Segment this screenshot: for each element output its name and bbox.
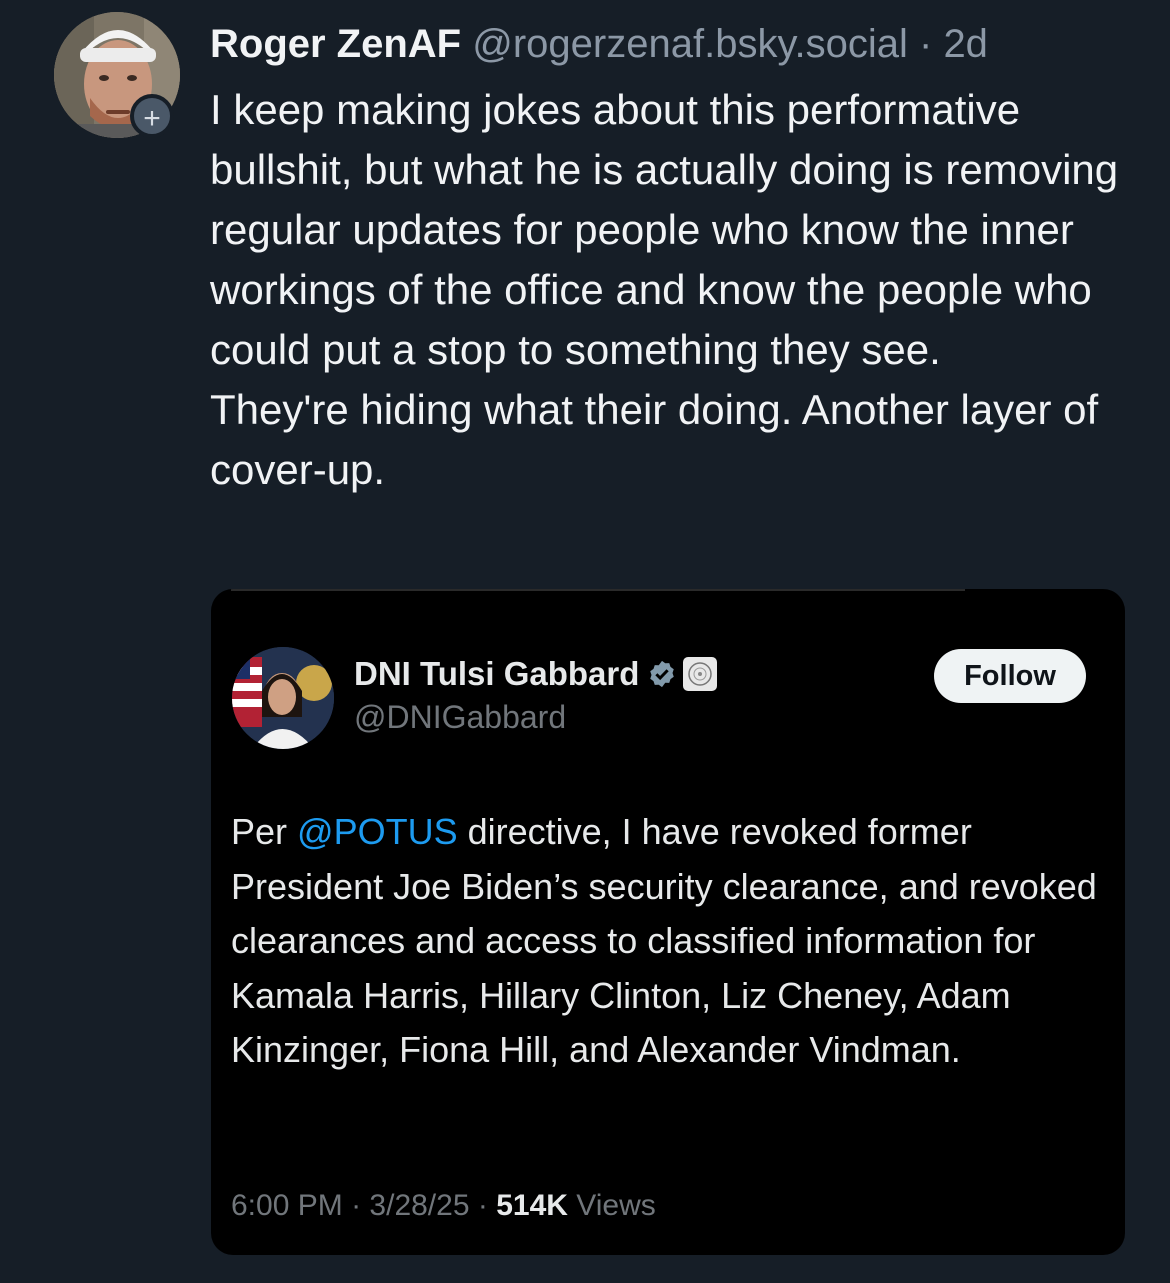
embed-text-prefix: Per <box>231 811 298 852</box>
post-timestamp[interactable]: 2d <box>943 22 988 66</box>
embed-author-name[interactable]: DNI Tulsi Gabbard <box>354 655 639 693</box>
government-seal-icon <box>683 657 718 691</box>
follow-plus-icon[interactable]: + <box>130 94 174 138</box>
post-text-paragraph: They're hiding what their doing. Another… <box>210 386 1099 493</box>
embed-name-row: DNI Tulsi Gabbard <box>354 655 718 693</box>
embed-author-avatar <box>232 647 334 749</box>
embedded-screenshot[interactable]: DNI Tulsi Gabbard @DNIGabbard Follow Per… <box>211 589 1125 1255</box>
meta-separator: · <box>351 1189 362 1222</box>
views-count: 514K <box>496 1189 568 1222</box>
embed-avatar-image <box>232 647 334 749</box>
embed-time[interactable]: 6:00 PM <box>231 1189 343 1222</box>
meta-separator: · <box>477 1189 488 1222</box>
author-display-name[interactable]: Roger ZenAF <box>210 22 461 66</box>
potus-mention-link[interactable]: @POTUS <box>297 811 458 852</box>
post-body: I keep making jokes about this performat… <box>210 80 1140 500</box>
author-handle[interactable]: @rogerzenaf.bsky.social <box>472 22 908 66</box>
follow-button[interactable]: Follow <box>934 649 1086 703</box>
views-label: Views <box>576 1189 656 1222</box>
embed-meta-row: 6:00 PM · 3/28/25 · 514K Views <box>231 1189 656 1223</box>
embed-date[interactable]: 3/28/25 <box>369 1189 469 1222</box>
post-text-paragraph: I keep making jokes about this performat… <box>210 86 1119 373</box>
embed-divider <box>231 589 965 591</box>
header-separator: · <box>918 22 933 66</box>
embed-tweet-text: Per @POTUS directive, I have revoked for… <box>231 805 1111 1078</box>
verified-badge-icon <box>650 660 675 688</box>
post-header: Roger ZenAF @rogerzenaf.bsky.social · 2d <box>210 16 988 72</box>
author-avatar-container[interactable]: + <box>54 12 180 138</box>
bluesky-post: + Roger ZenAF @rogerzenaf.bsky.social · … <box>0 0 1170 1283</box>
embed-author-handle[interactable]: @DNIGabbard <box>354 699 566 736</box>
